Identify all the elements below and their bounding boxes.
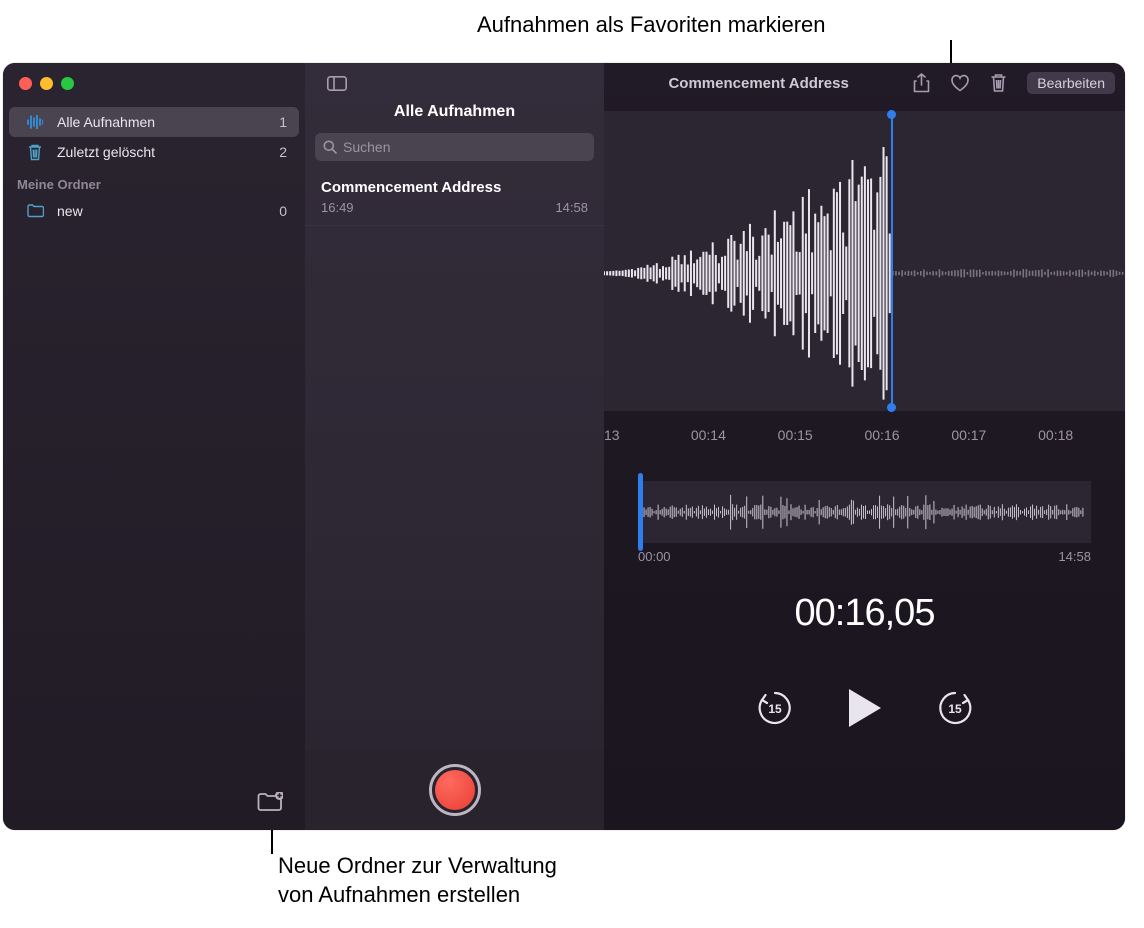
sidebar-item-folder[interactable]: new 0 — [9, 196, 299, 226]
svg-text:15: 15 — [768, 702, 782, 716]
callout-folder-label: Neue Ordner zur Verwaltung von Aufnahmen… — [278, 852, 557, 909]
sidebar: Alle Aufnahmen 1 Zuletzt gelöscht 2 Mein… — [3, 63, 305, 830]
timecode-display: 00:16,05 — [604, 592, 1125, 635]
play-button[interactable] — [849, 689, 881, 727]
search-icon — [323, 140, 337, 154]
trash-icon — [27, 144, 47, 161]
overview-scrubber[interactable] — [638, 481, 1091, 543]
search-placeholder: Suchen — [343, 139, 390, 155]
share-button[interactable] — [913, 73, 930, 93]
overview-handle[interactable] — [638, 473, 643, 551]
recording-duration: 14:58 — [555, 200, 588, 215]
sidebar-section-header: Meine Ordner — [3, 167, 305, 196]
overview-end: 14:58 — [1058, 549, 1091, 564]
zoom-window-button[interactable] — [61, 77, 74, 90]
sidebar-item-label: Alle Aufnahmen — [57, 114, 279, 130]
search-input[interactable]: Suchen — [315, 133, 594, 161]
svg-text:15: 15 — [948, 702, 962, 716]
voice-memos-window: Alle Aufnahmen 1 Zuletzt gelöscht 2 Mein… — [3, 63, 1125, 830]
toggle-sidebar-button[interactable] — [305, 76, 347, 91]
sidebar-item-count: 0 — [279, 203, 287, 219]
callout-favorite-label: Aufnahmen als Favoriten markieren — [477, 12, 826, 38]
waveform-icon — [27, 115, 47, 129]
play-icon — [849, 689, 881, 727]
recording-name: Commencement Address — [321, 179, 588, 196]
playhead[interactable] — [891, 111, 893, 411]
forward-15-button[interactable]: 15 — [937, 690, 973, 726]
folder-icon — [27, 204, 47, 218]
detail-panel: Commencement Address Bearbeiten — [604, 63, 1125, 830]
record-icon — [435, 770, 475, 810]
sidebar-item-count: 1 — [279, 114, 287, 130]
new-folder-button[interactable] — [257, 792, 283, 814]
rewind-15-button[interactable]: 15 — [757, 690, 793, 726]
sidebar-item-label: new — [57, 203, 279, 219]
edit-button[interactable]: Bearbeiten — [1027, 72, 1115, 94]
overview-start: 00:00 — [638, 549, 671, 564]
window-controls — [3, 63, 74, 103]
close-window-button[interactable] — [19, 77, 32, 90]
record-button[interactable] — [429, 764, 481, 816]
time-ruler: 13 00:14 00:15 00:16 00:17 00:18 — [604, 421, 1125, 457]
favorite-button[interactable] — [950, 74, 970, 92]
recordings-list-panel: Alle Aufnahmen Suchen Commencement Addre… — [305, 63, 604, 830]
list-title: Alle Aufnahmen — [305, 103, 604, 133]
waveform-display[interactable] — [604, 111, 1125, 411]
delete-button[interactable] — [990, 73, 1007, 93]
sidebar-item-label: Zuletzt gelöscht — [57, 144, 279, 160]
sidebar-item-count: 2 — [279, 144, 287, 160]
sidebar-item-all[interactable]: Alle Aufnahmen 1 — [9, 107, 299, 137]
minimize-window-button[interactable] — [40, 77, 53, 90]
recording-time: 16:49 — [321, 200, 354, 215]
sidebar-item-deleted[interactable]: Zuletzt gelöscht 2 — [9, 137, 299, 167]
recording-item[interactable]: Commencement Address 16:49 14:58 — [305, 167, 604, 226]
page-title: Commencement Address — [604, 75, 913, 92]
